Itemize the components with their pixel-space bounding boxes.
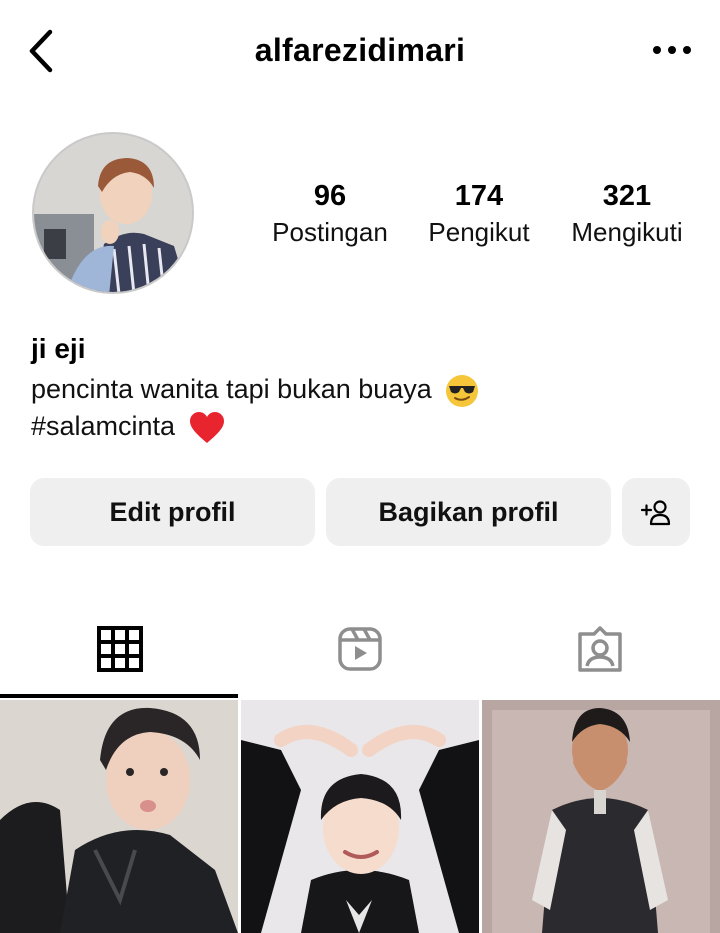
- post-image: [241, 700, 479, 933]
- red-heart-emoji-icon: [189, 412, 224, 443]
- tab-posts-grid[interactable]: [0, 600, 240, 698]
- bio-text-1: pencinta wanita tapi bukan buaya: [31, 374, 432, 405]
- bio-line-2: #salamcinta: [31, 411, 225, 445]
- post-image: [0, 700, 238, 933]
- post-thumbnail[interactable]: [482, 700, 720, 933]
- post-thumbnail[interactable]: [0, 700, 238, 933]
- profile-display-name: ji eji: [31, 333, 86, 364]
- edit-profile-button[interactable]: Edit profil: [30, 478, 315, 546]
- posts-label: Postingan: [272, 217, 388, 247]
- profile-tabs: [0, 600, 720, 698]
- stat-posts[interactable]: 96 Postingan: [255, 178, 405, 250]
- posts-count: 96: [313, 180, 347, 212]
- post-thumbnail[interactable]: [241, 700, 479, 933]
- profile-username: alfarezidimari: [254, 32, 466, 68]
- add-person-icon: [641, 500, 671, 526]
- followers-count: 174: [454, 180, 504, 212]
- share-profile-button[interactable]: Bagikan profil: [326, 478, 611, 546]
- bio-hashtag[interactable]: #salamcinta: [31, 411, 175, 441]
- bio-line-1: pencinta wanita tapi bukan buaya: [31, 374, 479, 408]
- more-dots-icon: [653, 46, 691, 54]
- tagged-icon: [578, 626, 622, 672]
- post-image: [482, 700, 720, 933]
- top-bar: alfarezidimari: [0, 0, 720, 100]
- followers-label: Pengikut: [428, 217, 530, 247]
- reels-icon: [338, 627, 382, 671]
- more-options-button[interactable]: [650, 38, 694, 62]
- following-label: Mengikuti: [571, 217, 683, 247]
- avatar[interactable]: [32, 132, 194, 294]
- stat-followers[interactable]: 174 Pengikut: [404, 178, 554, 250]
- discover-people-button[interactable]: [622, 478, 690, 546]
- avatar-photo: [34, 134, 192, 292]
- active-tab-indicator: [0, 694, 238, 698]
- tab-tagged[interactable]: [480, 600, 720, 698]
- following-count: 321: [602, 180, 652, 212]
- grid-icon: [97, 626, 143, 672]
- stat-following[interactable]: 321 Mengikuti: [552, 178, 702, 250]
- sunglasses-emoji-icon: [446, 375, 479, 407]
- tab-reels[interactable]: [240, 600, 480, 698]
